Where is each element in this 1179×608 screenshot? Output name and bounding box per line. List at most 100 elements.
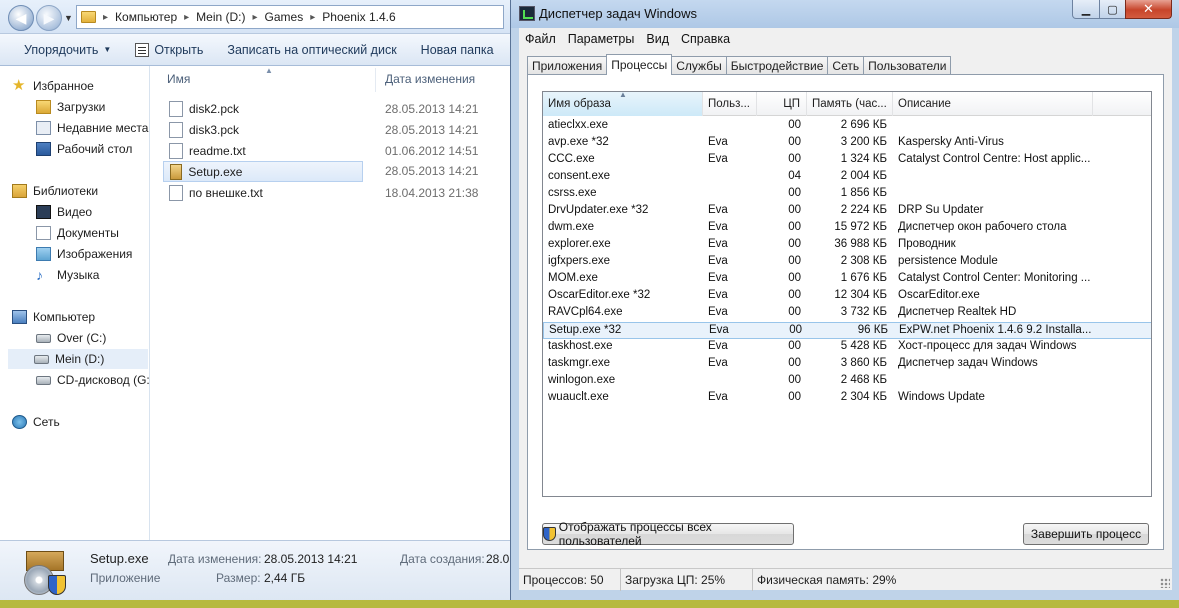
file-row[interactable]: readme.txt 01.06.2012 14:51: [163, 140, 503, 161]
show-all-processes-button[interactable]: Отображать процессы всех пользователей: [542, 520, 794, 548]
nav-drive-d[interactable]: Mein (D:): [8, 349, 148, 369]
nav-downloads[interactable]: Загрузки: [36, 97, 105, 117]
breadcrumb-phoenix[interactable]: Phoenix 1.4.6: [322, 10, 395, 24]
process-cpu: 00: [788, 374, 801, 386]
process-list[interactable]: ▲ Имя образа Польз... ЦП Память (час... …: [542, 91, 1152, 497]
process-user: Eva: [708, 221, 728, 233]
process-row[interactable]: CCC.exe Eva 00 1 324 КБ Catalyst Control Cen…: [543, 152, 1151, 169]
column-header-user[interactable]: Польз...: [703, 92, 757, 116]
file-icon: [169, 100, 183, 117]
title-bar[interactable]: Диспетчер задач Windows ▁ ▢ ✕: [511, 0, 1179, 28]
menu-help[interactable]: Справка: [675, 32, 736, 46]
nav-desktop[interactable]: Рабочий стол: [36, 139, 132, 159]
breadcrumb-computer[interactable]: Компьютер: [115, 10, 177, 24]
process-row[interactable]: MOM.exe Eva 00 1 676 КБ Catalyst Control Cen…: [543, 271, 1151, 288]
process-row[interactable]: taskhost.exe Eva 00 5 428 КБ Хост-процесс дл…: [543, 339, 1151, 356]
process-row[interactable]: wuauclt.exe Eva 00 2 304 КБ Windows Update: [543, 390, 1151, 407]
file-list: ▲ Имя Дата изменения disk2.pck 28.05.201…: [151, 66, 510, 540]
maximize-button[interactable]: ▢: [1099, 0, 1126, 19]
new-folder-button[interactable]: Новая папка: [421, 43, 494, 57]
nav-computer[interactable]: Компьютер: [12, 307, 95, 327]
column-label: ЦП: [783, 98, 800, 110]
file-row[interactable]: disk2.pck 28.05.2013 14:21: [163, 98, 503, 119]
process-row[interactable]: avp.exe *32 Eva 00 3 200 КБ Kaspersky Anti-V…: [543, 135, 1151, 152]
nav-label: Библиотеки: [33, 184, 99, 198]
column-divider[interactable]: [375, 68, 376, 92]
file-date: 01.06.2012 14:51: [385, 143, 479, 158]
file-name: по внешке.txt: [189, 185, 263, 200]
process-memory: 2 696 КБ: [840, 119, 887, 131]
column-header-name[interactable]: Имя: [167, 72, 190, 86]
process-image-name: winlogon.exe: [548, 374, 616, 386]
tab-services[interactable]: Службы: [671, 56, 727, 75]
chevron-right-icon[interactable]: ▸: [250, 12, 261, 23]
process-row[interactable]: dwm.exe Eva 00 15 972 КБ Диспетчер окон рабо…: [543, 220, 1151, 237]
details-pane: Setup.exe Приложение Дата изменения: 28.…: [0, 540, 519, 600]
process-row[interactable]: RAVCpl64.exe Eva 00 3 732 КБ Диспетчер Realt…: [543, 305, 1151, 322]
resize-grip[interactable]: [1160, 578, 1170, 588]
menu-options[interactable]: Параметры: [562, 32, 641, 46]
column-header-cpu[interactable]: ЦП: [757, 92, 807, 116]
task-manager-body: Приложения Процессы Службы Быстродействи…: [519, 50, 1172, 568]
burn-disc-button[interactable]: Записать на оптический диск: [227, 43, 396, 57]
close-button[interactable]: ✕: [1125, 0, 1172, 19]
column-header-date[interactable]: Дата изменения: [385, 72, 475, 86]
chevron-right-icon[interactable]: ▸: [181, 12, 192, 23]
process-row[interactable]: DrvUpdater.exe *32 Eva 00 2 224 КБ DRP Su Up…: [543, 203, 1151, 220]
open-button[interactable]: Открыть: [135, 42, 203, 57]
process-row[interactable]: winlogon.exe 00 2 468 КБ: [543, 373, 1151, 390]
process-row[interactable]: explorer.exe Eva 00 36 988 КБ Проводник: [543, 237, 1151, 254]
nav-video[interactable]: Видео: [36, 202, 92, 222]
process-description: Windows Update: [898, 391, 985, 403]
nav-pictures[interactable]: Изображения: [36, 244, 132, 264]
file-row-selected[interactable]: Setup.exe: [163, 161, 363, 182]
installer-icon: [170, 163, 183, 180]
minimize-button[interactable]: ▁: [1072, 0, 1100, 19]
tab-applications[interactable]: Приложения: [527, 56, 608, 75]
process-memory: 2 224 КБ: [840, 204, 887, 216]
process-row[interactable]: csrss.exe 00 1 856 КБ: [543, 186, 1151, 203]
chevron-right-icon[interactable]: ▸: [307, 12, 318, 23]
nav-favorites[interactable]: ★ Избранное: [12, 76, 94, 96]
end-process-button[interactable]: Завершить процесс: [1023, 523, 1149, 545]
process-row[interactable]: taskmgr.exe Eva 00 3 860 КБ Диспетчер задач …: [543, 356, 1151, 373]
process-cpu: 00: [788, 289, 801, 301]
process-cpu: 00: [788, 255, 801, 267]
file-row[interactable]: по внешке.txt 18.04.2013 21:38: [163, 182, 503, 203]
recent-pages-dropdown[interactable]: ▼: [64, 13, 73, 23]
nav-recent-places[interactable]: Недавние места: [36, 118, 148, 138]
organize-button[interactable]: Упорядочить ▼: [24, 43, 111, 57]
nav-drive-c[interactable]: Over (C:): [36, 328, 106, 348]
tab-processes[interactable]: Процессы: [606, 54, 673, 75]
breadcrumb-games[interactable]: Games: [265, 10, 304, 24]
breadcrumb-drive[interactable]: Mein (D:): [196, 10, 245, 24]
menu-file[interactable]: Файл: [519, 32, 562, 46]
column-header-image[interactable]: ▲ Имя образа: [543, 92, 703, 116]
process-row[interactable]: atieclxx.exe 00 2 696 КБ: [543, 118, 1151, 135]
process-row[interactable]: OscarEditor.exe *32 Eva 00 12 304 КБ OscarEd…: [543, 288, 1151, 305]
nav-network[interactable]: Сеть: [12, 412, 60, 432]
tab-users[interactable]: Пользователи: [863, 56, 952, 75]
nav-drive-g[interactable]: CD-дисковод (G:: [36, 370, 150, 390]
tab-performance[interactable]: Быстродействие: [725, 56, 829, 75]
process-memory: 12 304 КБ: [834, 289, 887, 301]
back-button[interactable]: ◀: [8, 5, 34, 31]
nav-libraries[interactable]: Библиотеки: [12, 181, 98, 201]
menu-view[interactable]: Вид: [640, 32, 675, 46]
chevron-right-icon[interactable]: ▸: [100, 12, 111, 23]
process-cpu: 00: [788, 119, 801, 131]
process-cpu: 00: [788, 221, 801, 233]
forward-button[interactable]: ▶: [36, 5, 62, 31]
column-header-memory[interactable]: Память (час...: [807, 92, 893, 116]
process-row[interactable]: consent.exe 04 2 004 КБ: [543, 169, 1151, 186]
file-row[interactable]: disk3.pck 28.05.2013 14:21: [163, 119, 503, 140]
nav-documents[interactable]: Документы: [36, 223, 119, 243]
menu-bar: Файл Параметры Вид Справка: [519, 28, 1172, 50]
tab-network[interactable]: Сеть: [827, 56, 865, 75]
column-header-description[interactable]: Описание: [893, 92, 1093, 116]
nav-music[interactable]: ♪ Музыка: [36, 265, 99, 285]
process-row[interactable]: igfxpers.exe Eva 00 2 308 КБ persistence Mod…: [543, 254, 1151, 271]
process-row-selected[interactable]: Setup.exe *32 Eva 00 96 КБ ExPW.net Phoenix …: [543, 322, 1151, 339]
process-description: Catalyst Control Centre: Host applic...: [898, 153, 1091, 165]
address-bar[interactable]: ▸ Компьютер ▸ Mein (D:) ▸ Games ▸ Phoeni…: [76, 5, 504, 29]
